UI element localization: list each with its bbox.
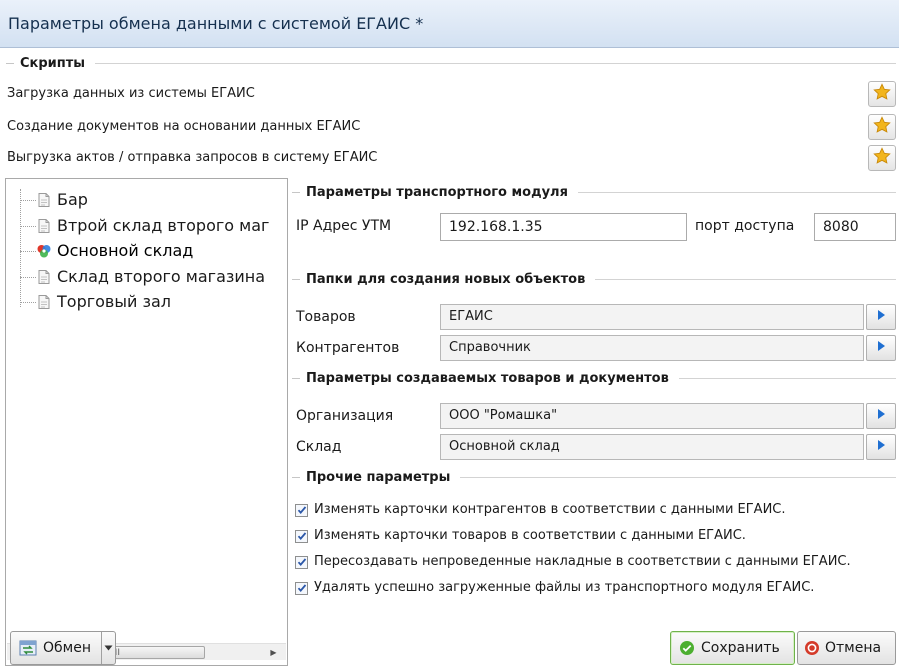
ip-address-label: IP Адрес УТМ [296,218,392,234]
save-button-label: Сохранить [701,640,780,656]
check-circle-icon [679,640,695,656]
organization-label: Организация [296,408,394,424]
star-icon [873,116,891,138]
tree-item-main-warehouse[interactable]: Основной склад [20,240,193,262]
created-params-legend-label: Параметры создаваемых товаров и документ… [306,371,669,386]
checkbox[interactable] [295,581,308,595]
folders-legend: Папки для создания новых объектов [292,272,896,287]
warehouse-select-button[interactable] [866,434,896,460]
tree-item-label: Склад второго магазина [57,267,266,286]
tree-item-label: Основной склад [57,241,194,260]
option-delete-loaded-files[interactable]: Удалять успешно загруженные файлы из тра… [295,577,814,599]
contractors-folder-label: Контрагентов [296,340,400,356]
script-load-label: Загрузка данных из системы ЕГАИС [7,86,255,101]
star-icon [873,83,891,105]
window-title: Параметры обмена данными с системой ЕГАИ… [0,0,899,48]
option-update-goods[interactable]: Изменять карточки товаров в соответствии… [295,525,746,547]
contractors-folder-field[interactable]: Справочник [440,335,864,361]
organization-select-button[interactable] [866,403,896,429]
tree-item-bar[interactable]: Бар [20,189,88,211]
folders-legend-label: Папки для создания новых объектов [306,272,586,287]
checkbox[interactable] [295,555,308,569]
document-icon [36,269,52,285]
other-params-legend: Прочие параметры [292,470,896,485]
tree-item-label: Втрой склад второго маг [57,216,270,235]
chevron-down-icon[interactable] [102,645,115,651]
checkbox[interactable] [295,529,308,543]
transport-legend-label: Параметры транспортного модуля [306,185,568,200]
arrow-right-icon [876,408,886,424]
created-params-legend: Параметры создаваемых товаров и документ… [292,371,896,386]
warehouse-field[interactable]: Основной склад [440,434,864,460]
tree-item-second-store-warehouse[interactable]: Втрой склад второго маг [20,215,269,237]
option-update-contractors[interactable]: Изменять карточки контрагентов в соответ… [295,499,786,521]
tree-item-sales-floor[interactable]: Торговый зал [20,291,171,313]
option-label: Пересоздавать непроведенные накладные в … [314,554,851,569]
tree-item-second-store[interactable]: Склад второго магазина [20,266,265,288]
colorful-gear-icon [36,243,52,259]
port-label: порт доступа [695,218,795,234]
tree-item-label: Торговый зал [57,292,171,311]
exchange-button-label: Обмен [43,640,91,656]
goods-folder-label: Товаров [296,309,356,325]
script-upload-acts-run-button[interactable] [868,145,896,171]
cancel-button[interactable]: Отмена [797,631,896,665]
option-label: Изменять карточки контрагентов в соответ… [314,502,786,517]
document-icon [36,192,52,208]
port-input[interactable]: 8080 [814,213,896,241]
option-recreate-invoices[interactable]: Пересоздавать непроведенные накладные в … [295,551,851,573]
window-body: Скрипты Загрузка данных из системы ЕГАИС… [0,48,899,672]
warehouse-tree[interactable]: Бар Втрой склад второго маг Основной скл… [5,178,288,666]
arrow-right-icon [876,439,886,455]
warehouse-label: Склад [296,439,342,455]
script-upload-acts-label: Выгрузка актов / отправка запросов в сис… [7,150,378,165]
option-label: Изменять карточки товаров в соответствии… [314,528,746,543]
scripts-legend: Скрипты [6,56,896,71]
script-load-run-button[interactable] [868,81,896,107]
goods-folder-select-button[interactable] [866,304,896,330]
goods-folder-field[interactable]: ЕГАИС [440,304,864,330]
exchange-icon [19,640,37,656]
script-create-docs-label: Создание документов на основании данных … [7,119,361,134]
star-icon [873,147,891,169]
ip-address-input[interactable]: 192.168.1.35 [440,213,687,241]
arrow-right-icon [876,309,886,325]
scripts-legend-label: Скрипты [20,56,86,71]
cancel-button-label: Отмена [825,640,882,656]
scroll-right-arrow-icon[interactable]: ▶ [265,644,282,661]
tree-item-label: Бар [57,190,88,209]
contractors-folder-select-button[interactable] [866,335,896,361]
save-button[interactable]: Сохранить [670,631,795,665]
transport-legend: Параметры транспортного модуля [292,185,896,200]
cancel-icon [804,640,820,656]
script-create-docs-run-button[interactable] [868,114,896,140]
document-icon [36,294,52,310]
checkbox[interactable] [295,503,308,517]
other-params-legend-label: Прочие параметры [306,470,451,485]
document-icon [36,218,52,234]
organization-field[interactable]: ООО "Ромашка" [440,403,864,429]
exchange-button[interactable]: Обмен [10,631,116,665]
option-label: Удалять успешно загруженные файлы из тра… [314,580,815,595]
arrow-right-icon [876,340,886,356]
